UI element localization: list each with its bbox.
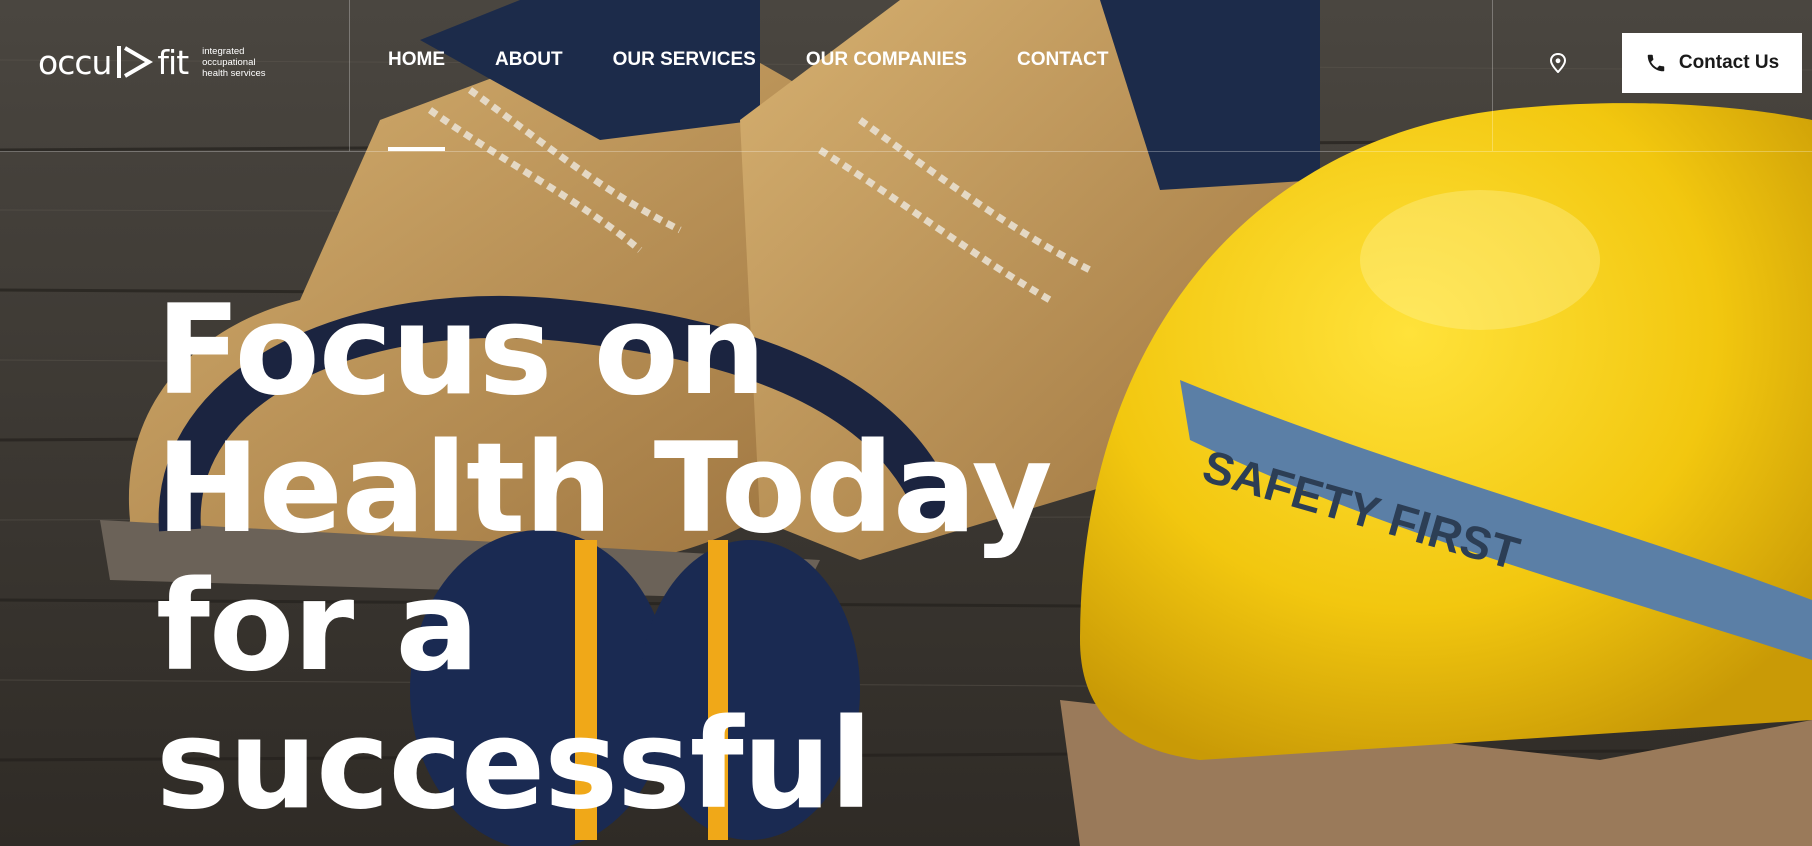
header-divider (1492, 0, 1493, 151)
headline-line: for a (156, 555, 479, 699)
logo-tagline-line: health services (202, 67, 266, 79)
phone-icon (1647, 54, 1665, 72)
logo-tagline: integrated occupational health services (202, 46, 265, 79)
hero-headline: Focus on Health Today for a successful (156, 282, 1156, 834)
map-pin-icon[interactable] (1546, 51, 1570, 75)
nav-item-our-services[interactable]: OUR SERVICES (613, 49, 756, 71)
hero-section: SAFETY FIRST occu fit integrated occupat… (0, 0, 1812, 846)
play-triangle-icon (117, 46, 154, 78)
headline-line: Health Today (156, 417, 1053, 561)
header-divider (349, 0, 350, 151)
logo-tagline-line: occupational (202, 56, 256, 68)
nav-item-about[interactable]: ABOUT (495, 49, 563, 71)
logo-word-left: occu (38, 42, 112, 82)
contact-us-label: Contact Us (1678, 52, 1780, 73)
main-nav: HOME ABOUT OUR SERVICES OUR COMPANIES CO… (388, 49, 1158, 71)
headline-line: Focus on (156, 279, 766, 423)
active-nav-indicator (388, 147, 445, 151)
logo-tagline-line: integrated (202, 45, 245, 57)
headline-line: successful (156, 693, 873, 837)
nav-item-our-companies[interactable]: OUR COMPANIES (806, 49, 967, 71)
nav-item-contact[interactable]: CONTACT (1017, 49, 1108, 71)
site-header: occu fit integrated occupational health … (0, 0, 1812, 152)
contact-us-button[interactable]: Contact Us (1622, 33, 1802, 93)
nav-item-home[interactable]: HOME (388, 49, 445, 71)
logo-word-right: fit (157, 42, 189, 82)
site-logo[interactable]: occu fit integrated occupational health … (38, 40, 288, 84)
